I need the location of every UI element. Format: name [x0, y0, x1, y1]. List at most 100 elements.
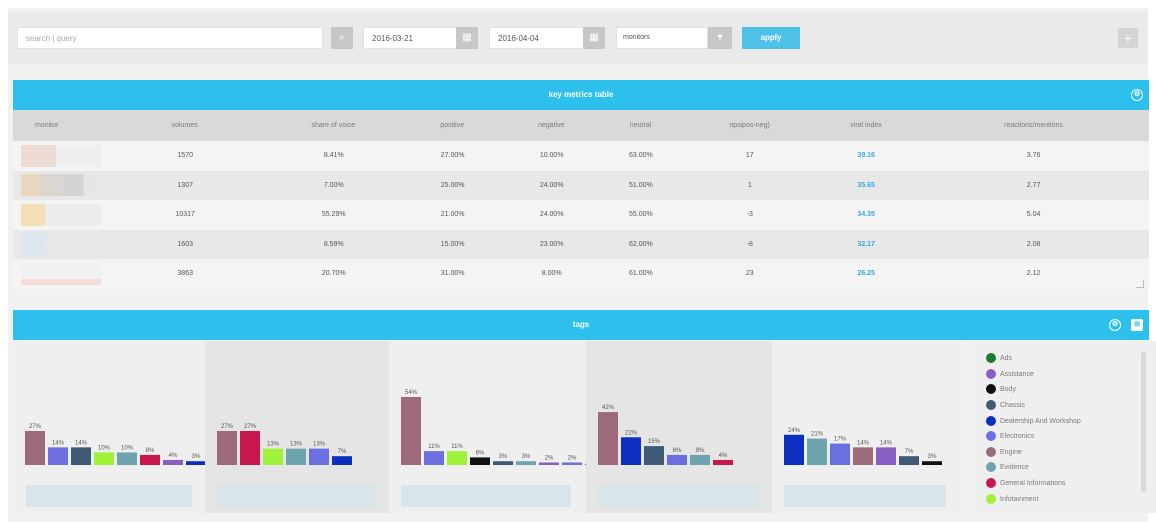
tag-bar[interactable]: [922, 461, 942, 465]
tag-bar-label: 7%: [338, 449, 347, 455]
tag-bar[interactable]: [539, 462, 559, 465]
legend-item[interactable]: Electronics: [986, 431, 1034, 441]
tag-bar[interactable]: [71, 447, 91, 465]
search-input[interactable]: search | query: [17, 27, 323, 49]
tag-bar[interactable]: [807, 438, 827, 465]
group-select[interactable]: monitors: [616, 27, 708, 49]
cell-viral[interactable]: 35.65: [814, 171, 918, 201]
legend-scrollbar[interactable]: [1141, 352, 1146, 492]
legend-dot: [986, 494, 996, 504]
chevron-down-icon[interactable]: ▾: [708, 27, 732, 49]
col-negative[interactable]: negative: [507, 110, 596, 141]
tag-bar[interactable]: [48, 447, 68, 465]
cell-reactions: 5.04: [1026, 211, 1041, 219]
col-viral[interactable]: viral index: [814, 110, 918, 141]
table-row[interactable]: 10317 55.29% 21.00% 24.00% 55.00% -3 34.…: [13, 200, 1149, 230]
tag-bar-label: 13%: [313, 442, 326, 448]
tag-bar-label: 13%: [267, 442, 280, 448]
tag-bar-label: 3%: [499, 454, 508, 460]
tag-bar-label: 27%: [244, 424, 257, 430]
col-neutral[interactable]: neutral: [596, 110, 685, 141]
legend-item[interactable]: Ads: [986, 353, 1012, 363]
cell-neutral: 51.00%: [628, 181, 653, 189]
legend-label: Infotainment: [1000, 495, 1039, 503]
tag-bar-label: 10%: [98, 445, 111, 451]
tag-chart-panel: 54%11%11%6%3%3%2%2%1%: [389, 341, 586, 513]
tag-bar[interactable]: [830, 443, 850, 465]
cell-viral[interactable]: 26.25: [814, 259, 918, 289]
cell-share: 7.00%: [323, 181, 344, 189]
col-nps[interactable]: npsipos-neg): [685, 110, 814, 141]
tag-bar[interactable]: [25, 430, 45, 465]
tag-bar[interactable]: [493, 461, 513, 465]
legend-item[interactable]: Evidence: [986, 462, 1029, 472]
cell-reactions: 2.77: [1026, 181, 1041, 189]
tag-bar[interactable]: [217, 430, 237, 465]
monitor-label: [26, 485, 192, 507]
legend-item[interactable]: Dealership And Workshop: [986, 416, 1081, 426]
settings-icon[interactable]: ⚙: [1109, 319, 1121, 331]
table-row[interactable]: 1307 7.00% 25.00% 24.00% 51.00% 1 35.65 …: [13, 170, 1149, 201]
tag-bar[interactable]: [163, 459, 183, 465]
col-reactions[interactable]: reactions/mentions: [918, 110, 1149, 141]
tag-bar[interactable]: [667, 454, 687, 465]
tag-bar[interactable]: [690, 454, 710, 465]
cell-viral[interactable]: 32.17: [814, 230, 918, 260]
legend-label: Chassis: [1000, 401, 1025, 409]
cell-share: 55.29%: [321, 211, 346, 219]
tag-bar[interactable]: [117, 452, 137, 465]
tag-bar-label: 14%: [52, 440, 65, 446]
date-from-field[interactable]: 2016-03-21: [363, 27, 458, 49]
tag-bar[interactable]: [644, 446, 664, 465]
expand-icon[interactable]: ⊞: [1131, 319, 1143, 331]
tag-bar[interactable]: [598, 412, 618, 465]
tag-bar[interactable]: [621, 437, 641, 465]
tag-bar[interactable]: [876, 447, 896, 465]
cell-share: 8.41%: [323, 152, 344, 160]
tag-bar[interactable]: [562, 462, 582, 465]
tag-bar[interactable]: [853, 447, 873, 465]
tag-bar[interactable]: [186, 461, 205, 465]
tag-bar[interactable]: [899, 456, 919, 465]
legend-item[interactable]: Engine: [986, 447, 1022, 457]
tag-bar[interactable]: [516, 461, 536, 465]
tag-bar[interactable]: [470, 457, 490, 465]
calendar-icon[interactable]: ▦: [583, 27, 605, 49]
resize-handle[interactable]: [1136, 280, 1144, 288]
table-row[interactable]: 1570 8.41% 27.00% 10.00% 63.00% 17 39.16…: [13, 141, 1149, 171]
legend-item[interactable]: Assistance: [986, 369, 1034, 379]
legend-item[interactable]: Chassis: [986, 400, 1025, 410]
col-positive[interactable]: positive: [398, 110, 507, 141]
tag-bar[interactable]: [784, 434, 804, 465]
calendar-icon[interactable]: ▦: [456, 27, 478, 49]
settings-icon[interactable]: ⚙: [1131, 89, 1143, 101]
legend-item[interactable]: General Informations: [986, 478, 1065, 488]
cell-viral[interactable]: 34.35: [814, 200, 918, 230]
tag-bar[interactable]: [263, 448, 283, 465]
tag-bar[interactable]: [713, 459, 733, 465]
tag-bar[interactable]: [140, 454, 160, 465]
tag-bar[interactable]: [286, 448, 306, 465]
tag-bar[interactable]: [447, 451, 467, 465]
table-row[interactable]: 1603 8.59% 15.00% 23.00% 62.00% -8 32.17…: [13, 229, 1149, 260]
plus-icon[interactable]: +: [1118, 28, 1138, 48]
tag-bar-label: 8%: [696, 448, 705, 454]
monitor-logo: [21, 262, 101, 285]
date-to-field[interactable]: 2016-04-04: [489, 27, 584, 49]
tag-bar[interactable]: [401, 396, 421, 465]
search-icon[interactable]: ⌕: [331, 27, 353, 49]
tag-bar[interactable]: [240, 430, 260, 465]
tag-bar[interactable]: [309, 448, 329, 465]
legend-item[interactable]: Body: [986, 384, 1016, 394]
legend-item[interactable]: Infotainment: [986, 494, 1039, 504]
tag-bar[interactable]: [332, 456, 352, 465]
apply-button[interactable]: apply: [742, 27, 800, 49]
tag-bar[interactable]: [424, 451, 444, 465]
col-share[interactable]: share of voice: [269, 110, 398, 141]
cell-viral[interactable]: 39.16: [814, 141, 918, 171]
col-volumes[interactable]: volumes: [100, 110, 268, 141]
tag-bar[interactable]: [94, 452, 114, 465]
col-monitor[interactable]: monitor: [13, 110, 100, 141]
metrics-title: key metrics table: [548, 90, 614, 99]
table-row[interactable]: 3863 20.70% 31.00% 8.00% 61.00% 23 26.25…: [13, 259, 1149, 289]
